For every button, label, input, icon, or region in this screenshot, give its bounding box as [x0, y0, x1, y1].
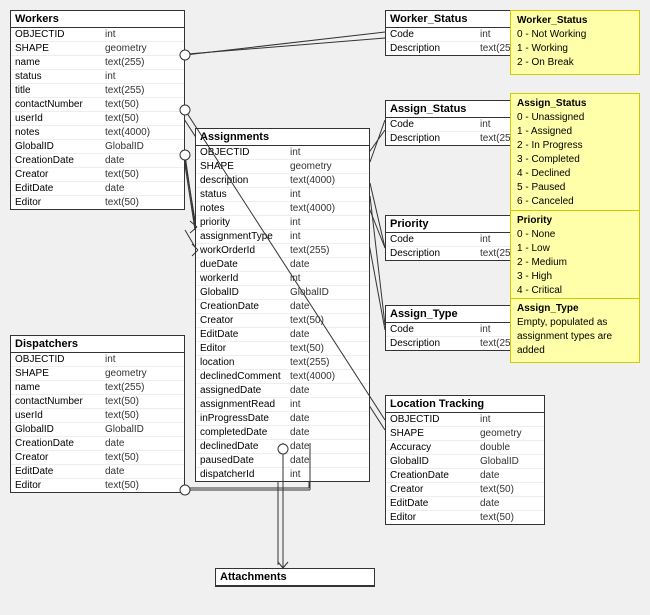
table-row: CreationDatedate	[196, 300, 369, 314]
table-row: Editortext(50)	[11, 196, 184, 209]
table-row: EditDatedate	[386, 497, 544, 511]
table-row: Creatortext(50)	[196, 314, 369, 328]
table-row: nametext(255)	[11, 56, 184, 70]
worker-status-note: Worker_Status 0 - Not Working 1 - Workin…	[510, 10, 640, 75]
assign-type-note-title: Assign_Type	[517, 303, 633, 314]
table-row: EditDatedate	[196, 328, 369, 342]
table-row: completedDatedate	[196, 426, 369, 440]
table-row: SHAPEgeometry	[386, 427, 544, 441]
table-row: OBJECTIDint	[11, 353, 184, 367]
note-item: 1 - Working	[517, 42, 633, 56]
diagram-container: Workers OBJECTIDint SHAPEgeometry namete…	[0, 0, 650, 615]
table-row: OBJECTIDint	[196, 146, 369, 160]
location-tracking-table: Location Tracking OBJECTIDint SHAPEgeome…	[385, 395, 545, 525]
table-row: CreationDatedate	[386, 469, 544, 483]
dispatchers-table: Dispatchers OBJECTIDint SHAPEgeometry na…	[10, 335, 185, 493]
note-item: Empty, populated as	[517, 316, 633, 330]
table-row: priorityint	[196, 216, 369, 230]
table-row: notestext(4000)	[11, 126, 184, 140]
table-row: declinedDatedate	[196, 440, 369, 454]
table-row: SHAPEgeometry	[11, 367, 184, 381]
workers-table-header: Workers	[11, 11, 184, 28]
assign-type-note: Assign_Type Empty, populated as assignme…	[510, 298, 640, 363]
table-row: Creatortext(50)	[386, 483, 544, 497]
table-row: inProgressDatedate	[196, 412, 369, 426]
table-row: pausedDatedate	[196, 454, 369, 468]
workers-table: Workers OBJECTIDint SHAPEgeometry namete…	[10, 10, 185, 210]
note-item: 1 - Low	[517, 242, 633, 256]
note-item: 6 - Canceled	[517, 195, 633, 209]
table-row: workerIdint	[196, 272, 369, 286]
table-row: CreationDatedate	[11, 154, 184, 168]
table-row: Creatortext(50)	[11, 168, 184, 182]
note-item: 2 - Medium	[517, 256, 633, 270]
table-row: locationtext(255)	[196, 356, 369, 370]
table-row: dueDatedate	[196, 258, 369, 272]
table-row: declinedCommenttext(4000)	[196, 370, 369, 384]
table-row: GlobalIDGlobalID	[386, 455, 544, 469]
priority-note-title: Priority	[517, 215, 633, 226]
table-row: statusint	[196, 188, 369, 202]
table-row: nametext(255)	[11, 381, 184, 395]
table-row: OBJECTIDint	[386, 413, 544, 427]
note-item: assignment types are added	[517, 330, 633, 358]
table-row: assignmentReadint	[196, 398, 369, 412]
note-item: 2 - In Progress	[517, 139, 633, 153]
table-row: notestext(4000)	[196, 202, 369, 216]
location-tracking-table-header: Location Tracking	[386, 396, 544, 413]
table-row: Accuracydouble	[386, 441, 544, 455]
note-item: 0 - None	[517, 228, 633, 242]
dispatchers-table-header: Dispatchers	[11, 336, 184, 353]
table-row: EditDatedate	[11, 182, 184, 196]
table-row: GlobalIDGlobalID	[196, 286, 369, 300]
table-row: assignedDatedate	[196, 384, 369, 398]
table-row: contactNumbertext(50)	[11, 395, 184, 409]
table-row: userIdtext(50)	[11, 112, 184, 126]
assign-status-note-title: Assign_Status	[517, 98, 633, 109]
note-item: 4 - Critical	[517, 284, 633, 298]
attachments-table-header: Attachments	[216, 569, 374, 586]
table-row: Editortext(50)	[386, 511, 544, 524]
table-row: statusint	[11, 70, 184, 84]
table-row: GlobalIDGlobalID	[11, 140, 184, 154]
table-row: Editortext(50)	[196, 342, 369, 356]
note-item: 2 - On Break	[517, 56, 633, 70]
table-row: Creatortext(50)	[11, 451, 184, 465]
table-row: SHAPEgeometry	[196, 160, 369, 174]
worker-status-note-title: Worker_Status	[517, 15, 633, 26]
table-row: workOrderIdtext(255)	[196, 244, 369, 258]
note-item: 3 - Completed	[517, 153, 633, 167]
table-row: OBJECTIDint	[11, 28, 184, 42]
note-item: 3 - High	[517, 270, 633, 284]
priority-note: Priority 0 - None 1 - Low 2 - Medium 3 -…	[510, 210, 640, 303]
table-row: GlobalIDGlobalID	[11, 423, 184, 437]
table-row: assignmentTypeint	[196, 230, 369, 244]
assignments-table-header: Assignments	[196, 129, 369, 146]
table-row: Editortext(50)	[11, 479, 184, 492]
note-item: 0 - Unassigned	[517, 111, 633, 125]
note-item: 1 - Assigned	[517, 125, 633, 139]
attachments-table: Attachments	[215, 568, 375, 587]
table-row: descriptiontext(4000)	[196, 174, 369, 188]
note-item: 5 - Paused	[517, 181, 633, 195]
table-row: EditDatedate	[11, 465, 184, 479]
table-row: userIdtext(50)	[11, 409, 184, 423]
table-row: CreationDatedate	[11, 437, 184, 451]
assignments-table: Assignments OBJECTIDint SHAPEgeometry de…	[195, 128, 370, 482]
table-row: contactNumbertext(50)	[11, 98, 184, 112]
note-item: 4 - Declined	[517, 167, 633, 181]
table-row: dispatcherIdint	[196, 468, 369, 481]
assign-status-note: Assign_Status 0 - Unassigned 1 - Assigne…	[510, 93, 640, 214]
note-item: 0 - Not Working	[517, 28, 633, 42]
table-row: titletext(255)	[11, 84, 184, 98]
table-row: SHAPEgeometry	[11, 42, 184, 56]
